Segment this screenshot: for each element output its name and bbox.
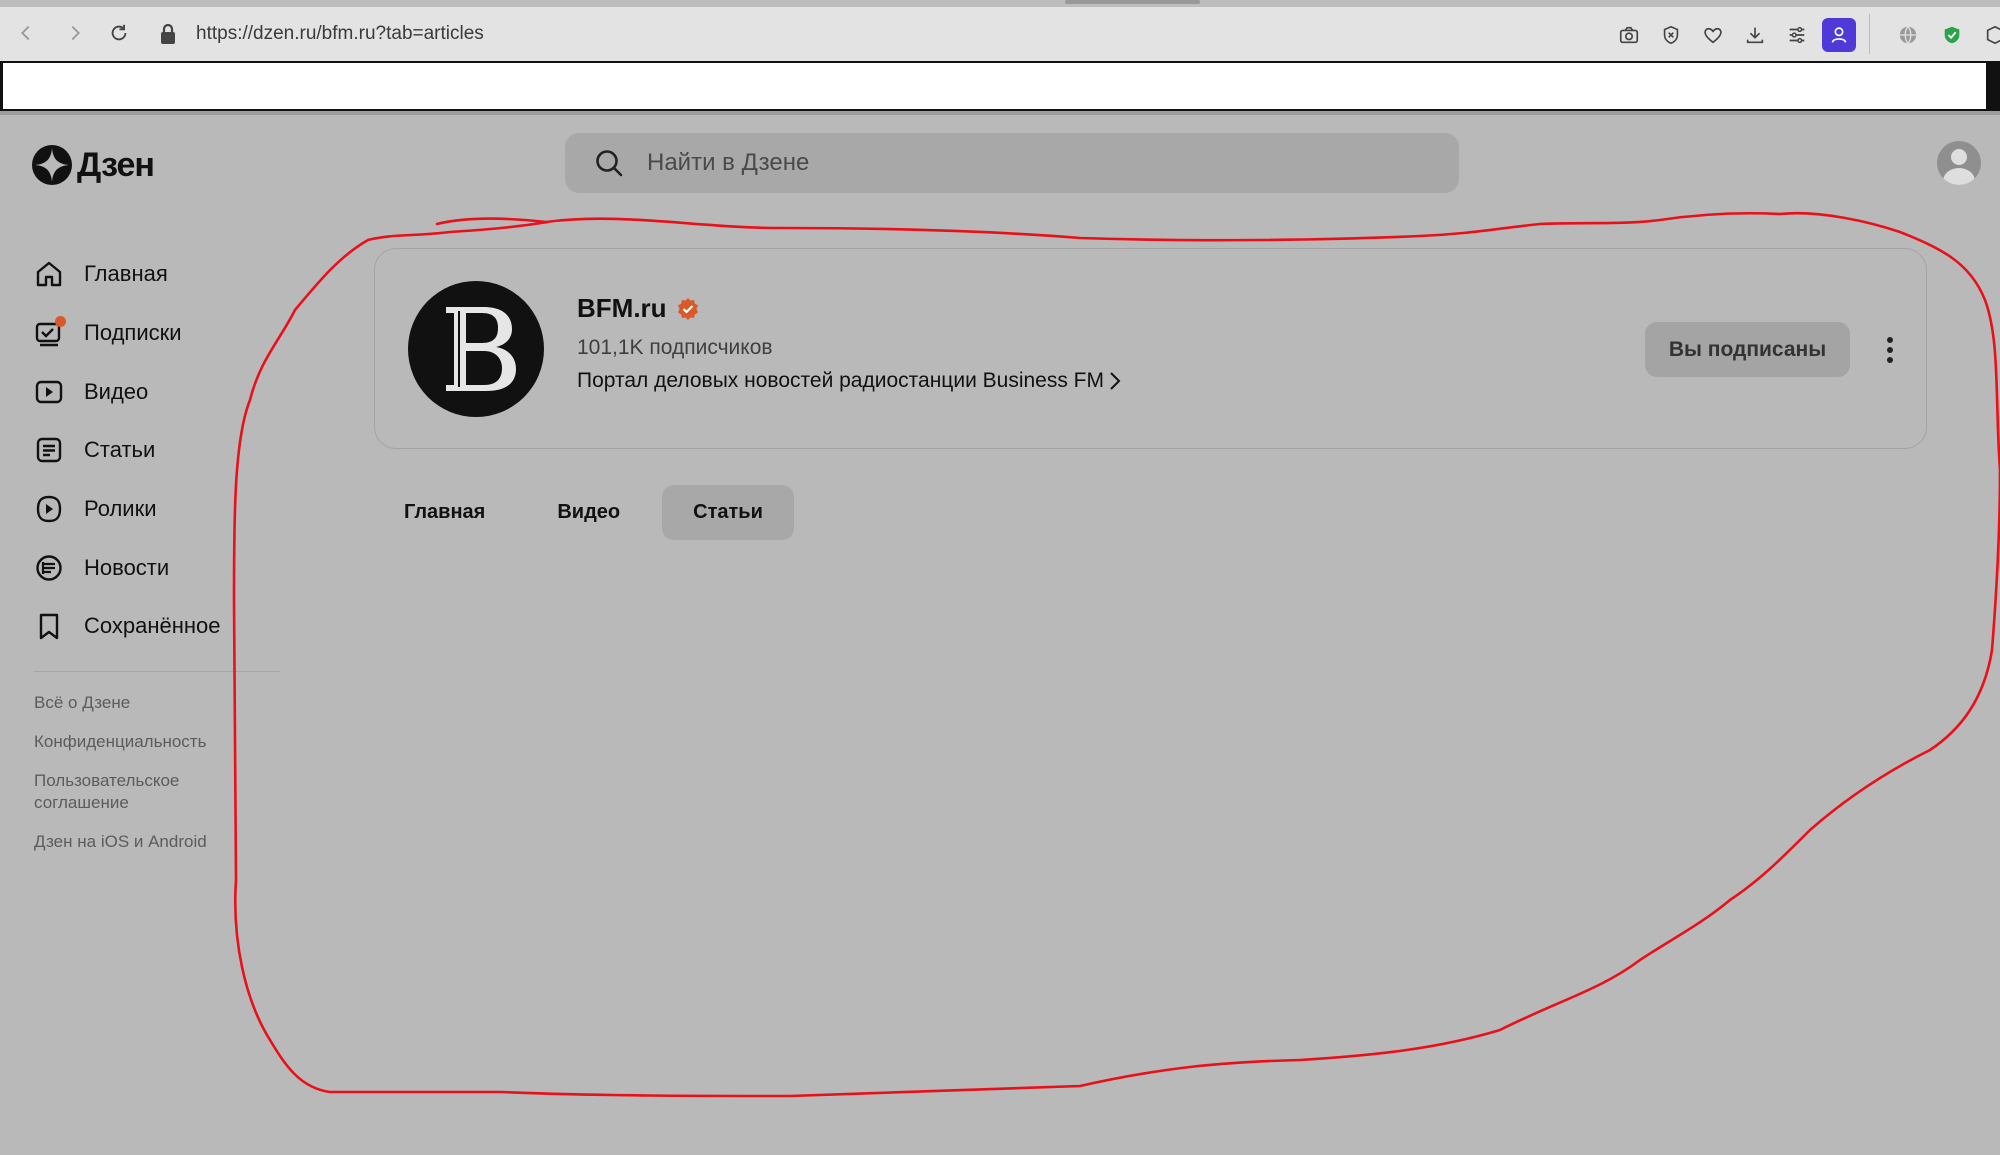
notification-dot xyxy=(55,316,66,328)
channel-tabs: Главная Видео Статьи xyxy=(374,485,806,540)
channel-name-row: BFM.ru xyxy=(577,293,700,324)
download-icon[interactable] xyxy=(1740,20,1770,50)
address-bar[interactable]: https://dzen.ru/bfm.ru?tab=articles xyxy=(158,15,1558,53)
channel-name[interactable]: BFM.ru xyxy=(577,293,667,324)
sidebar-item-label: Видео xyxy=(84,378,149,404)
tab-video[interactable]: Видео xyxy=(527,485,650,540)
sidebar-item-label: Статьи xyxy=(84,437,156,463)
green-shield-icon[interactable] xyxy=(1937,20,1967,50)
browser-toolbar: https://dzen.ru/bfm.ru?tab=articles xyxy=(0,7,2000,61)
channel-description[interactable]: Портал деловых новостей радиостанции Bus… xyxy=(577,369,1122,393)
footer-link-terms[interactable]: Пользовательское соглашение xyxy=(34,770,234,814)
logo-text: Дзен xyxy=(77,145,155,184)
sliders-icon[interactable] xyxy=(1782,20,1812,50)
subscriber-count: 101,1K подписчиков xyxy=(577,336,773,359)
forward-button[interactable] xyxy=(57,15,93,51)
more-options-button[interactable] xyxy=(1875,327,1905,373)
channel-description-text: Портал деловых новостей радиостанции Bus… xyxy=(577,369,1104,392)
channel-logo[interactable] xyxy=(408,281,544,417)
notification-bar-close[interactable] xyxy=(1986,63,2000,109)
user-avatar[interactable] xyxy=(1937,141,1981,185)
toolbar-separator xyxy=(1869,14,1870,54)
more-vertical-icon xyxy=(1887,337,1893,363)
footer-link-about[interactable]: Всё о Дзене xyxy=(34,692,234,714)
shorts-icon xyxy=(34,494,64,524)
cube-icon[interactable] xyxy=(1980,20,2000,50)
sidebar-divider xyxy=(34,670,280,672)
avatar-body xyxy=(1943,168,1975,185)
sidebar-item-label: Главная xyxy=(84,261,168,287)
sidebar-item-video[interactable]: Видео xyxy=(34,362,284,421)
tab-main[interactable]: Главная xyxy=(374,485,515,540)
articles-icon xyxy=(34,435,64,465)
shield-x-icon[interactable] xyxy=(1656,20,1686,50)
search-icon xyxy=(596,150,623,177)
sidebar-item-news[interactable]: Новости xyxy=(34,538,284,597)
subscribed-button[interactable]: Вы подписаны xyxy=(1645,322,1850,377)
bookmark-icon xyxy=(34,611,64,641)
profile-icon[interactable] xyxy=(1822,18,1856,52)
avatar-head xyxy=(1951,149,1967,165)
url-text: https://dzen.ru/bfm.ru?tab=articles xyxy=(196,23,484,44)
notification-bar xyxy=(0,61,2000,111)
verified-badge-icon xyxy=(677,297,698,320)
sidebar-footer: Всё о Дзене Конфиденциальность Пользоват… xyxy=(34,692,284,853)
lock-icon xyxy=(161,23,175,44)
sidebar-item-label: Новости xyxy=(84,554,170,580)
video-icon xyxy=(34,377,64,407)
search-input[interactable] xyxy=(645,148,1429,178)
sidebar-item-home[interactable]: Главная xyxy=(34,245,284,304)
search-box[interactable] xyxy=(565,133,1459,193)
back-button[interactable] xyxy=(8,15,44,51)
window-grip[interactable] xyxy=(1065,0,1200,4)
reload-button[interactable] xyxy=(101,15,137,51)
camera-icon[interactable] xyxy=(1614,20,1644,50)
news-icon xyxy=(34,553,64,583)
channel-card: BFM.ru 101,1K подписчиков Портал деловых… xyxy=(374,248,1927,449)
footer-link-privacy[interactable]: Конфиденциальность xyxy=(34,731,234,753)
page-content: Дзен Главная Подписки Видео xyxy=(0,115,2000,1155)
sidebar-item-subscriptions[interactable]: Подписки xyxy=(34,304,284,363)
chevron-right-icon xyxy=(1110,372,1121,390)
subscriptions-icon xyxy=(34,316,66,348)
reload-icon xyxy=(111,24,127,41)
dzen-logo[interactable]: Дзен xyxy=(32,145,155,185)
sidebar-item-label: Подписки xyxy=(84,320,182,346)
sidebar-item-label: Сохранённое xyxy=(84,613,221,639)
sidebar-item-label: Ролики xyxy=(84,496,157,522)
globe-icon[interactable] xyxy=(1893,20,1923,50)
dzen-star-icon xyxy=(32,145,72,185)
home-icon xyxy=(34,259,64,289)
tab-articles[interactable]: Статьи xyxy=(662,485,794,540)
sidebar: Главная Подписки Видео Статьи Ролики Нов… xyxy=(34,245,284,870)
sidebar-item-shorts[interactable]: Ролики xyxy=(34,480,284,539)
back-arrow-icon xyxy=(21,25,30,41)
heart-icon[interactable] xyxy=(1698,20,1728,50)
window-top-strip xyxy=(0,0,2000,7)
sidebar-item-articles[interactable]: Статьи xyxy=(34,421,284,480)
footer-link-apps[interactable]: Дзен на iOS и Android xyxy=(34,831,234,853)
sidebar-item-saved[interactable]: Сохранённое xyxy=(34,597,284,656)
notification-bar-edge xyxy=(0,63,3,109)
forward-arrow-icon xyxy=(71,25,80,41)
